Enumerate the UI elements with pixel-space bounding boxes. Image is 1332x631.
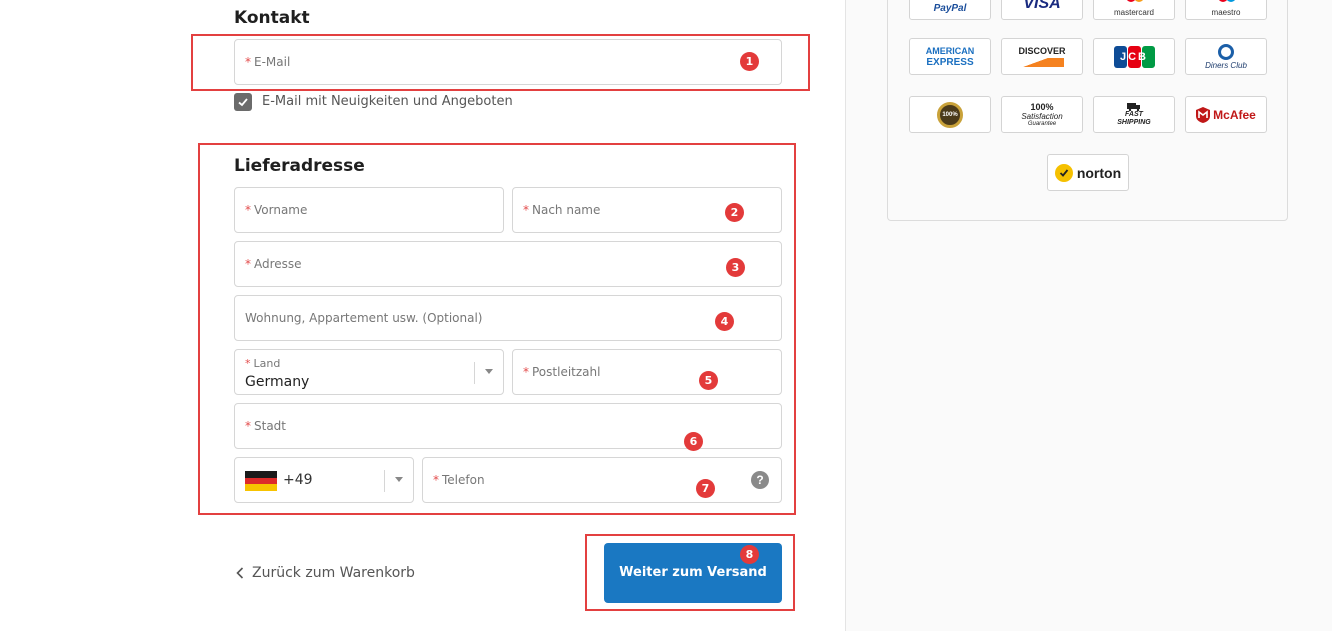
truck-icon: [1127, 102, 1140, 111]
maestro-logo: maestro: [1185, 0, 1267, 20]
fast-shipping-badge: FAST SHIPPING: [1093, 96, 1175, 133]
order-sidebar: PayPal VISA mastercard maestro AMERICAN …: [845, 0, 1332, 631]
discover-logo: DISCOVER: [1001, 38, 1083, 75]
chevron-left-icon: [236, 567, 244, 579]
back-to-cart-link[interactable]: Zurück zum Warenkorb: [236, 565, 415, 581]
back-to-cart-label: Zurück zum Warenkorb: [252, 565, 415, 581]
amex-logo: AMERICAN EXPRESS: [909, 38, 991, 75]
payment-logos-card: PayPal VISA mastercard maestro AMERICAN …: [887, 0, 1288, 221]
annotation-badge-6: 6: [684, 432, 703, 451]
checkmark-icon: [1059, 168, 1069, 177]
satisfaction-guarantee-badge: 100% Satisfaction Guarantee: [1001, 96, 1083, 133]
annotation-badge-1: 1: [740, 52, 759, 71]
newsletter-checkbox[interactable]: [234, 93, 252, 111]
annotation-box-1: [191, 34, 810, 91]
mcafee-logo: McAfee: [1185, 96, 1267, 133]
annotation-badge-3: 3: [726, 258, 745, 277]
contact-title: Kontakt: [234, 8, 310, 28]
jcb-logo: JCB: [1093, 38, 1175, 75]
newsletter-label: E-Mail mit Neuigkeiten und Angeboten: [262, 94, 513, 109]
annotation-badge-8: 8: [740, 545, 759, 564]
diners-club-logo: Diners Club: [1185, 38, 1267, 75]
annotation-box-8: [585, 534, 795, 611]
checkmark-icon: [238, 98, 248, 107]
visa-logo: VISA: [1001, 0, 1083, 20]
mcafee-shield-icon: [1196, 106, 1211, 123]
paypal-logo: PayPal: [909, 0, 991, 20]
guarantee-seal-icon: 100%: [909, 96, 991, 133]
annotation-badge-2: 2: [725, 203, 744, 222]
annotation-badge-5: 5: [699, 371, 718, 390]
norton-logo: norton: [1047, 154, 1129, 191]
mastercard-logo: mastercard: [1093, 0, 1175, 20]
annotation-badge-7: 7: [696, 479, 715, 498]
annotation-box-shipping: [198, 143, 796, 515]
annotation-badge-4: 4: [715, 312, 734, 331]
